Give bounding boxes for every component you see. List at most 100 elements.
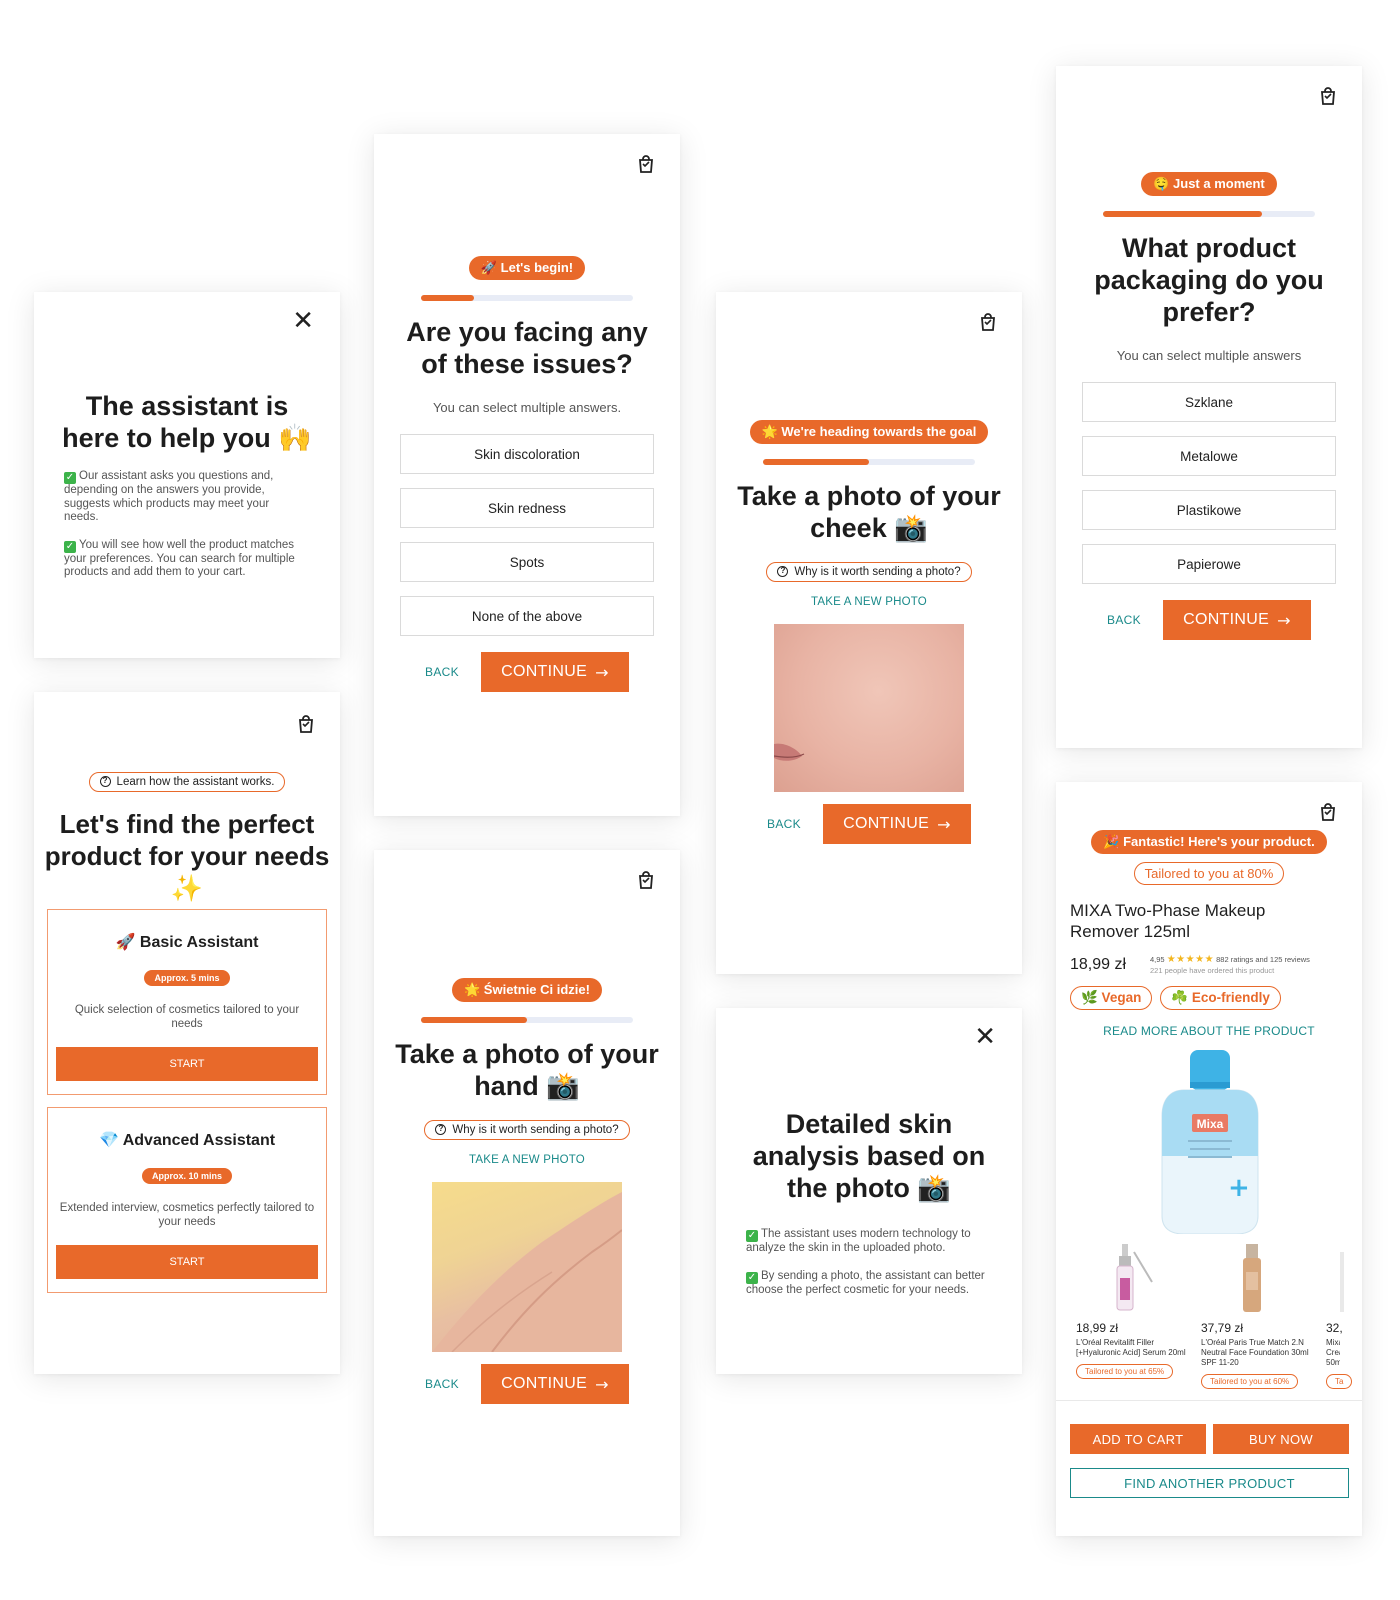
analysis-card: ✕ Detailed skin analysis based on the ph… <box>716 1008 1022 1374</box>
arrow-right-icon: → <box>595 662 609 682</box>
star-rating: ★★★★★ <box>1166 954 1215 965</box>
arrow-right-icon: → <box>595 1374 609 1394</box>
continue-button[interactable]: CONTINUE → <box>480 1364 629 1404</box>
shopping-bag-icon[interactable] <box>978 312 998 332</box>
intro-title: The assistant is here to help you 🙌 <box>62 391 312 453</box>
read-more-link[interactable]: READ MORE ABOUT THE PRODUCT <box>1056 1024 1362 1038</box>
step-pill: 🌟 We're heading towards the goal <box>749 420 989 444</box>
other-product-3-price: 32, <box>1326 1321 1343 1335</box>
result-card: 🎉 Fantastic! Here's your product. Tailor… <box>1056 782 1362 1536</box>
issues-card: 🚀 Let's begin! Are you facing any of the… <box>374 134 680 816</box>
advanced-assistant-desc: Extended interview, cosmetics perfectly … <box>59 1202 315 1228</box>
progress-bar <box>421 1017 633 1023</box>
step-pill: 🚀 Let's begin! <box>468 256 586 280</box>
analysis-title: Detailed skin analysis based on the phot… <box>752 1109 986 1203</box>
close-icon[interactable]: ✕ <box>292 308 314 334</box>
step-pill: 🤤 Just a moment <box>1141 172 1277 196</box>
check-box-icon: ✓ <box>746 1230 758 1242</box>
advanced-duration-badge: Approx. 10 mins <box>141 1168 233 1184</box>
check-box-icon: ✓ <box>746 1271 758 1284</box>
back-button[interactable]: BACK <box>1107 613 1141 627</box>
option-metal[interactable]: Metalowe <box>1082 436 1336 476</box>
shopping-bag-icon[interactable] <box>636 154 656 174</box>
why-photo-link[interactable]: ? Why is it worth sending a photo? <box>766 561 972 582</box>
other-product-2-match: Tailored to you at 60% <box>1201 1374 1299 1389</box>
back-button[interactable]: BACK <box>767 817 801 831</box>
shopping-bag-icon[interactable] <box>1318 86 1338 106</box>
other-product-2-price: 37,79 zł <box>1201 1321 1244 1335</box>
other-product-3[interactable]: 32, Mixa Crea 50ml Ta <box>1326 1242 1362 1389</box>
choose-assistant-card: ? Learn how the assistant works. Let's fi… <box>34 692 340 1374</box>
option-plastic[interactable]: Plastikowe <box>1082 490 1336 530</box>
check-box-icon: ✓ <box>64 540 76 553</box>
intro-point-2: ✓ You will see how well the product match… <box>64 538 295 578</box>
choose-title: Let's find the perfect product for your … <box>44 809 330 903</box>
other-product-3-name: Mixa Crea 50ml <box>1326 1338 1340 1367</box>
shopping-bag-icon[interactable] <box>296 714 316 734</box>
shopping-bag-icon[interactable] <box>636 870 656 890</box>
eco-friendly-badge: ☘️ Eco-friendly <box>1160 986 1281 1010</box>
advanced-assistant-box: 💎 Advanced Assistant Approx. 10 mins Ext… <box>47 1107 327 1293</box>
analysis-point-2: ✓ By sending a photo, the assistant can b… <box>746 1269 985 1296</box>
vegan-badge: 🌿 Vegan <box>1070 986 1153 1010</box>
learn-how-link[interactable]: ? Learn how the assistant works. <box>88 771 286 792</box>
product-image: Mixa + <box>1160 1048 1260 1235</box>
question-circle-icon: ? <box>435 1124 447 1135</box>
basic-assistant-box: 🚀 Basic Assistant Approx. 5 mins Quick s… <box>47 909 327 1095</box>
packaging-subtitle: You can select multiple answers <box>1116 348 1302 363</box>
take-new-photo-link[interactable]: TAKE A NEW PHOTO <box>374 1154 680 1166</box>
hand-photo <box>432 1182 622 1352</box>
match-badge: Tailored to you at 80% <box>1133 862 1285 885</box>
other-product-1-price: 18,99 zł <box>1076 1321 1119 1335</box>
progress-bar <box>763 459 975 465</box>
step-pill: 🌟 Świetnie Ci idzie! <box>452 978 602 1002</box>
ordered-count: 221 people have ordered this product <box>1150 966 1275 975</box>
shopping-bag-icon[interactable] <box>1318 802 1338 822</box>
product-name: MIXA Two-Phase Makeup Remover 125ml <box>1070 901 1266 941</box>
arrow-right-icon: → <box>1277 610 1291 630</box>
option-skin-discoloration[interactable]: Skin discoloration <box>400 434 654 474</box>
continue-button[interactable]: CONTINUE → <box>822 804 971 844</box>
advanced-start-button[interactable]: START <box>56 1245 318 1279</box>
take-new-photo-link[interactable]: TAKE A NEW PHOTO <box>716 596 1022 608</box>
close-icon[interactable]: ✕ <box>974 1024 996 1050</box>
option-spots[interactable]: Spots <box>400 542 654 582</box>
option-paper[interactable]: Papierowe <box>1082 544 1336 584</box>
svg-text:+: + <box>1228 1173 1250 1203</box>
option-glass[interactable]: Szklane <box>1082 382 1336 422</box>
find-another-product-button[interactable]: FIND ANOTHER PRODUCT <box>1070 1468 1349 1498</box>
result-pill: 🎉 Fantastic! Here's your product. <box>1091 830 1327 854</box>
progress-bar <box>1103 211 1315 217</box>
analysis-point-1: ✓ The assistant uses modern technology to… <box>746 1228 971 1254</box>
bottle-brand: Mixa <box>1197 1117 1224 1131</box>
add-to-cart-button[interactable]: ADD TO CART <box>1070 1424 1206 1454</box>
continue-button[interactable]: CONTINUE → <box>480 652 629 692</box>
question-circle-icon: ? <box>99 776 111 787</box>
advanced-assistant-title: 💎 Advanced Assistant <box>98 1132 276 1149</box>
rating-row: 4,95 ★★★★★ 882 ratings and 125 reviews <box>1150 954 1310 965</box>
back-button[interactable]: BACK <box>425 1377 459 1391</box>
continue-button[interactable]: CONTINUE → <box>1162 600 1311 640</box>
other-product-1-name: L'Oréal Revitalift Filler [+Hyaluronic A… <box>1076 1338 1186 1357</box>
other-product-2[interactable]: 37,79 zł L'Oréal Paris True Match 2.N Ne… <box>1201 1242 1321 1389</box>
intro-point-1: ✓ Our assistant asks you questions and, d… <box>64 470 274 523</box>
option-none[interactable]: None of the above <box>400 596 654 636</box>
basic-start-button[interactable]: START <box>56 1047 318 1081</box>
packaging-card: 🤤 Just a moment What product packaging d… <box>1056 66 1362 748</box>
issues-subtitle: You can select multiple answers. <box>432 400 622 415</box>
issues-title: Are you facing any of these issues? <box>406 317 648 379</box>
check-box-icon: ✓ <box>64 472 76 484</box>
basic-assistant-desc: Quick selection of cosmetics tailored to… <box>74 1004 300 1030</box>
other-product-2-name: L'Oréal Paris True Match 2.N Neutral Fac… <box>1201 1338 1309 1367</box>
basic-duration-badge: Approx. 5 mins <box>144 970 230 986</box>
back-button[interactable]: BACK <box>425 665 459 679</box>
other-product-3-match: Ta <box>1326 1374 1353 1389</box>
option-skin-redness[interactable]: Skin redness <box>400 488 654 528</box>
cream-image <box>1340 1252 1344 1312</box>
basic-assistant-title: 🚀 Basic Assistant <box>115 934 259 951</box>
other-product-1[interactable]: 18,99 zł L'Oréal Revitalift Filler [+Hya… <box>1076 1242 1196 1379</box>
buy-now-button[interactable]: BUY NOW <box>1213 1424 1349 1454</box>
serum-image <box>1116 1244 1153 1311</box>
why-photo-link[interactable]: ? Why is it worth sending a photo? <box>424 1119 630 1140</box>
cheek-title: Take a photo of your cheek 📸 <box>737 481 1001 543</box>
